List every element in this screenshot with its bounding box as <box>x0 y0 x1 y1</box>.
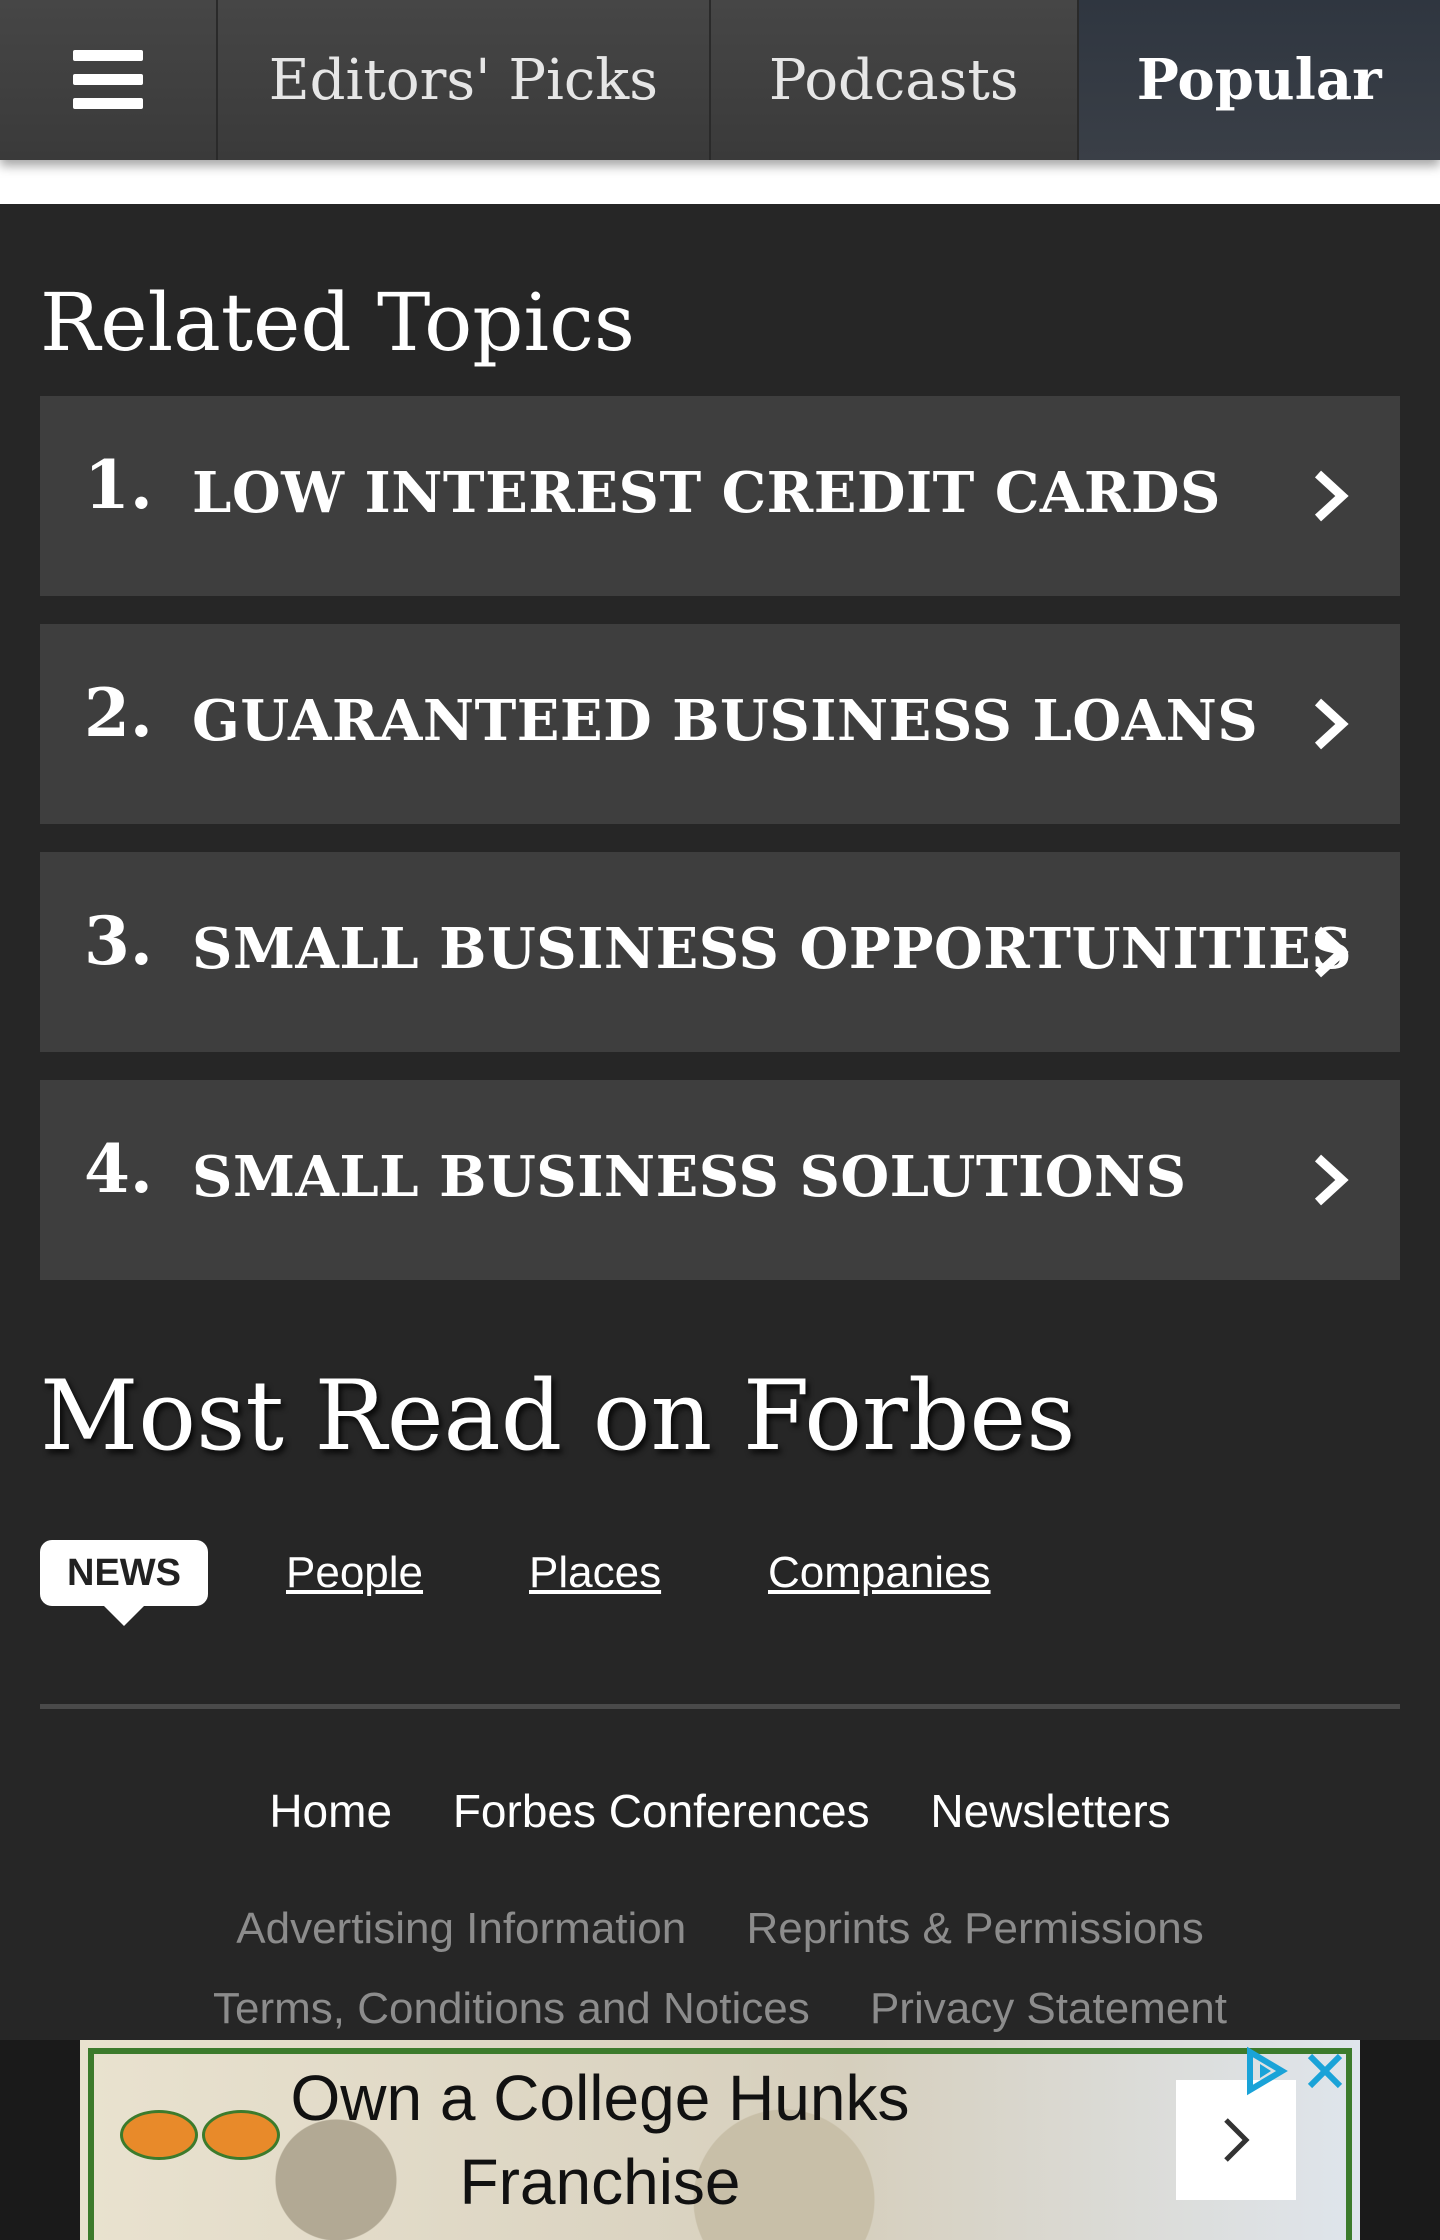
tab-news[interactable]: NEWS <box>40 1540 208 1626</box>
footer-link-home[interactable]: Home <box>269 1784 392 1838</box>
topic-number: 3. <box>84 902 153 980</box>
tab-podcasts[interactable]: Podcasts <box>711 0 1079 160</box>
chevron-right-icon <box>1224 2118 1250 2162</box>
footer-divider <box>40 1704 1400 1709</box>
footer-tertiary-links: Terms, Conditions and Notices Privacy St… <box>0 1984 1440 2034</box>
related-topic-item[interactable]: 4. SMALL BUSINESS SOLUTIONS <box>40 1080 1400 1280</box>
ad-banner[interactable]: Own a College Hunks Franchise <box>80 2040 1360 2240</box>
ad-headline: Own a College Hunks Franchise <box>280 2056 920 2224</box>
hamburger-menu-icon <box>72 50 143 110</box>
footer-link-privacy[interactable]: Privacy Statement <box>870 1984 1227 2034</box>
footer-link-conferences[interactable]: Forbes Conferences <box>453 1784 870 1838</box>
related-topics-title: Related Topics <box>40 276 635 369</box>
ad-open-button[interactable] <box>1176 2080 1296 2200</box>
top-navigation: Editors' Picks Podcasts Popular <box>0 0 1440 160</box>
footer-primary-links: Home Forbes Conferences Newsletters <box>0 1784 1440 1838</box>
ad-choices-icon[interactable] <box>1240 2046 1290 2096</box>
topic-number: 1. <box>84 446 153 524</box>
content-strip <box>0 160 1440 204</box>
ad-headline-line: Own a College Hunks <box>290 2062 910 2134</box>
topic-label: SMALL BUSINESS SOLUTIONS <box>192 1144 1187 1210</box>
topic-number: 4. <box>84 1130 153 1208</box>
related-topic-item[interactable]: 1. LOW INTEREST CREDIT CARDS <box>40 396 1400 596</box>
tab-places[interactable]: Places <box>529 1548 661 1598</box>
topic-number: 2. <box>84 674 153 752</box>
chevron-right-icon <box>1314 1154 1349 1206</box>
close-icon[interactable] <box>1300 2046 1350 2096</box>
tab-people[interactable]: People <box>286 1548 423 1598</box>
topic-label: SMALL BUSINESS OPPORTUNITIES <box>192 916 1353 982</box>
tab-editors-picks[interactable]: Editors' Picks <box>218 0 712 160</box>
topic-label: GUARANTEED BUSINESS LOANS <box>192 688 1259 754</box>
footer-link-newsletters[interactable]: Newsletters <box>930 1784 1170 1838</box>
footer-link-terms[interactable]: Terms, Conditions and Notices <box>213 1984 810 2034</box>
related-topic-item[interactable]: 3. SMALL BUSINESS OPPORTUNITIES <box>40 852 1400 1052</box>
menu-button[interactable] <box>0 0 218 160</box>
chevron-right-icon <box>1314 698 1349 750</box>
tab-popular[interactable]: Popular <box>1078 0 1440 160</box>
footer-link-reprints[interactable]: Reprints & Permissions <box>746 1904 1203 1954</box>
ad-logo <box>202 2110 280 2160</box>
chevron-right-icon <box>1314 926 1349 978</box>
footer-link-advertising[interactable]: Advertising Information <box>236 1904 686 1954</box>
footer-secondary-links: Advertising Information Reprints & Permi… <box>0 1904 1440 1954</box>
related-topic-item[interactable]: 2. GUARANTEED BUSINESS LOANS <box>40 624 1400 824</box>
topic-label: LOW INTEREST CREDIT CARDS <box>192 460 1221 526</box>
ad-logo <box>120 2110 198 2160</box>
ad-headline-line: Franchise <box>459 2146 741 2218</box>
most-read-title: Most Read on Forbes <box>40 1360 1076 1472</box>
tab-companies[interactable]: Companies <box>768 1548 991 1598</box>
chevron-right-icon <box>1314 470 1349 522</box>
